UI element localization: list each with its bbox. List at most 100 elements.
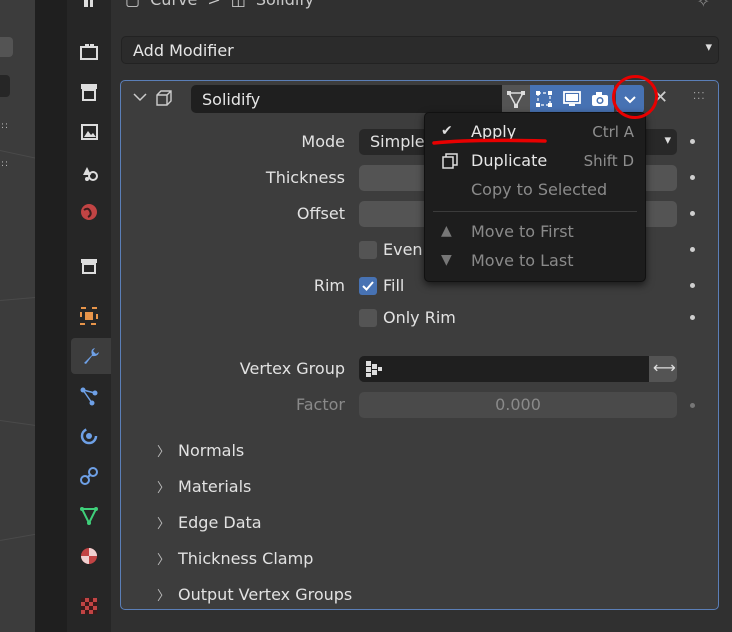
breadcrumb-object: Curve <box>150 0 197 9</box>
breadcrumb-separator: > <box>207 0 220 9</box>
viewport-toggle[interactable] <box>0 75 10 97</box>
wrench-icon <box>84 348 99 364</box>
grip-icon: :: <box>1 121 10 131</box>
menu-item-copy-to-selected[interactable]: Copy to Selected <box>425 176 645 204</box>
keyframe-dot[interactable] <box>690 403 695 408</box>
factor-field[interactable]: 0.000 <box>359 392 677 418</box>
menu-item-duplicate[interactable]: Duplicate Shift D <box>425 147 645 175</box>
tab-output[interactable] <box>71 74 107 110</box>
chevron-down-icon: ▾ <box>664 133 671 148</box>
breadcrumb-modifier: Solidify <box>256 0 314 9</box>
keyframe-dot[interactable] <box>690 175 695 180</box>
tab-particles[interactable] <box>71 378 107 414</box>
collection-icon <box>81 259 97 274</box>
fill-checkbox[interactable] <box>359 277 377 295</box>
modifier-icon: ◫ <box>231 0 246 9</box>
only-rim-checkbox[interactable] <box>359 309 377 327</box>
edit-mode-icon <box>536 91 552 107</box>
realtime-button[interactable] <box>558 85 586 113</box>
scene-icon <box>83 167 98 181</box>
vertex-group-field[interactable] <box>359 356 649 382</box>
curve-object-icon: ▢ <box>125 0 140 9</box>
tab-texture[interactable] <box>71 588 107 624</box>
subpanel-label: Thickness Clamp <box>178 549 314 568</box>
tab-world[interactable] <box>71 194 107 230</box>
thickness-label: Thickness <box>265 168 345 187</box>
menu-item-label: Move to Last <box>471 251 574 270</box>
chevron-right-icon: 〉 <box>157 589 171 604</box>
tab-collection[interactable] <box>71 248 107 284</box>
subpanel-edge-data[interactable]: 〉 Edge Data <box>157 513 262 532</box>
subpanel-normals[interactable]: 〉 Normals <box>157 441 244 460</box>
tab-scene[interactable] <box>71 154 107 190</box>
checkmark-icon <box>362 281 374 291</box>
vertex-group-icon <box>366 361 382 377</box>
menu-item-label: Duplicate <box>471 151 548 170</box>
subpanel-output-vertex-groups[interactable]: 〉 Output Vertex Groups <box>157 585 352 604</box>
invert-vertex-group-button[interactable]: ⟷ <box>649 356 677 382</box>
collapse-chevron-icon[interactable] <box>132 89 148 105</box>
even-checkbox[interactable] <box>359 241 377 259</box>
menu-item-label: Move to First <box>471 222 574 241</box>
add-modifier-dropdown[interactable]: Add Modifier ▾ <box>121 36 719 64</box>
keyframe-dot[interactable] <box>690 211 695 216</box>
tab-data[interactable] <box>71 498 107 534</box>
subpanel-materials[interactable]: 〉 Materials <box>157 477 251 496</box>
triangle-down-icon: ▼ <box>441 252 452 268</box>
viewport-button[interactable] <box>0 37 13 57</box>
menu-item-move-to-first[interactable]: ▲ Move to First <box>425 218 645 246</box>
subpanel-label: Edge Data <box>178 513 262 532</box>
pin-icon[interactable]: ✧ <box>697 0 710 11</box>
factor-value: 0.000 <box>495 395 541 414</box>
chevron-right-icon: 〉 <box>157 445 171 460</box>
tab-modifiers[interactable] <box>71 338 111 374</box>
chevron-right-icon: 〉 <box>157 553 171 568</box>
chevron-right-icon: 〉 <box>157 517 171 532</box>
vertex-triangle-icon <box>507 91 525 108</box>
tab-object[interactable] <box>71 298 107 334</box>
menu-item-label: Copy to Selected <box>471 180 608 199</box>
keyframe-dot[interactable] <box>690 315 695 320</box>
material-icon <box>81 548 97 564</box>
drag-handle-icon[interactable]: ⁚⁚⁚ <box>693 91 706 102</box>
tab-material[interactable] <box>71 538 107 574</box>
render-icon <box>80 44 98 60</box>
edit-mode-button[interactable] <box>530 85 558 113</box>
tool-icon <box>84 0 93 7</box>
tab-tool[interactable] <box>71 0 107 22</box>
keyframe-dot[interactable] <box>690 283 695 288</box>
keyframe-dot[interactable] <box>690 139 695 144</box>
checker-icon <box>81 598 97 614</box>
tab-constraints[interactable] <box>71 458 107 494</box>
fill-label: Fill <box>383 276 405 295</box>
even-label: Even <box>383 240 423 259</box>
breadcrumb: ▢ Curve > ◫ Solidify <box>125 0 314 10</box>
grid-line <box>0 287 35 301</box>
subpanel-label: Normals <box>178 441 245 460</box>
subpanel-label: Materials <box>178 477 252 496</box>
physics-icon <box>80 427 98 445</box>
triangle-up-icon: ▲ <box>441 223 452 239</box>
menu-item-move-to-last[interactable]: ▼ Move to Last <box>425 247 645 275</box>
tab-physics[interactable] <box>71 418 107 454</box>
double-arrow-icon: ⟷ <box>653 358 676 377</box>
render-toggle-button[interactable] <box>586 85 614 113</box>
tab-render[interactable] <box>71 34 107 70</box>
grid-line <box>0 420 35 441</box>
grip-icon: :: <box>1 159 10 169</box>
grid-line <box>0 515 35 541</box>
factor-label: Factor <box>296 395 345 414</box>
rim-label: Rim <box>313 276 345 295</box>
particles-icon <box>80 387 98 406</box>
camera-icon <box>592 92 608 106</box>
tab-view-layer[interactable] <box>71 114 107 150</box>
chevron-right-icon: 〉 <box>157 481 171 496</box>
keyframe-dot[interactable] <box>690 247 695 252</box>
edit-cage-button[interactable] <box>502 85 530 113</box>
object-icon <box>80 307 98 325</box>
monitor-icon <box>563 91 581 106</box>
duplicate-icon <box>442 153 458 169</box>
modifier-name-field[interactable]: Solidify <box>191 85 503 113</box>
subpanel-thickness-clamp[interactable]: 〉 Thickness Clamp <box>157 549 313 568</box>
menu-separator <box>433 211 637 212</box>
